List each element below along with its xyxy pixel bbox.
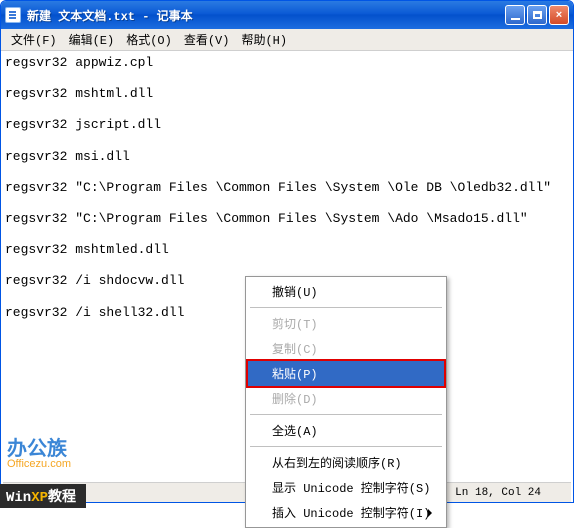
menu-file[interactable]: 文件(F) xyxy=(5,29,63,50)
titlebar[interactable]: 新建 文本文档.txt - 记事本 × xyxy=(1,1,573,29)
chevron-right-icon xyxy=(428,509,436,517)
text-line: regsvr32 appwiz.cpl xyxy=(5,55,569,71)
minimize-button[interactable] xyxy=(505,5,525,25)
menubar: 文件(F) 编辑(E) 格式(O) 查看(V) 帮助(H) xyxy=(1,29,573,51)
maximize-button[interactable] xyxy=(527,5,547,25)
cm-cut[interactable]: 剪切(T) xyxy=(248,311,444,336)
text-line xyxy=(5,258,569,274)
cm-insert-unicode[interactable]: 插入 Unicode 控制字符(I) xyxy=(248,500,444,525)
cm-undo[interactable]: 撤销(U) xyxy=(248,279,444,304)
text-line: regsvr32 mshtml.dll xyxy=(5,86,569,102)
context-menu: 撤销(U) 剪切(T) 复制(C) 粘贴(P) 删除(D) 全选(A) 从右到左… xyxy=(245,276,447,528)
text-line xyxy=(5,102,569,118)
text-line xyxy=(5,227,569,243)
window-controls: × xyxy=(505,5,569,25)
watermark-site: 办公族 xyxy=(7,438,67,460)
text-line: regsvr32 "C:\Program Files \Common Files… xyxy=(5,211,569,227)
text-line xyxy=(5,195,569,211)
watermark-xp: XP xyxy=(31,490,48,506)
cursor-position: Ln 18, Col 24 xyxy=(444,483,551,502)
text-line: regsvr32 mshtmled.dll xyxy=(5,242,569,258)
cm-show-unicode[interactable]: 显示 Unicode 控制字符(S) xyxy=(248,475,444,500)
cm-separator xyxy=(250,307,442,308)
notepad-icon xyxy=(5,7,21,23)
watermark-site-sub: Officezu.com xyxy=(7,459,71,470)
menu-help[interactable]: 帮助(H) xyxy=(235,29,293,50)
menu-format[interactable]: 格式(O) xyxy=(120,29,178,50)
text-line: regsvr32 msi.dll xyxy=(5,149,569,165)
watermark-tag: WinXP教程 xyxy=(0,484,86,508)
cm-delete[interactable]: 删除(D) xyxy=(248,386,444,411)
watermark-suffix: 教程 xyxy=(48,490,76,506)
watermark-logo: 办公族 Officezu.com xyxy=(7,439,71,470)
menu-view[interactable]: 查看(V) xyxy=(178,29,236,50)
text-line xyxy=(5,71,569,87)
cm-paste[interactable]: 粘贴(P) xyxy=(248,361,444,386)
cm-rtl[interactable]: 从右到左的阅读顺序(R) xyxy=(248,450,444,475)
cm-select-all[interactable]: 全选(A) xyxy=(248,418,444,443)
cm-insert-unicode-label: 插入 Unicode 控制字符(I) xyxy=(272,507,430,521)
text-line: regsvr32 "C:\Program Files \Common Files… xyxy=(5,180,569,196)
text-line xyxy=(5,164,569,180)
cm-separator xyxy=(250,414,442,415)
menu-edit[interactable]: 编辑(E) xyxy=(63,29,121,50)
text-line: regsvr32 jscript.dll xyxy=(5,117,569,133)
window-title: 新建 文本文档.txt - 记事本 xyxy=(27,7,505,24)
text-line xyxy=(5,133,569,149)
cm-separator xyxy=(250,446,442,447)
watermark-prefix: Win xyxy=(6,490,31,506)
cm-copy[interactable]: 复制(C) xyxy=(248,336,444,361)
close-button[interactable]: × xyxy=(549,5,569,25)
